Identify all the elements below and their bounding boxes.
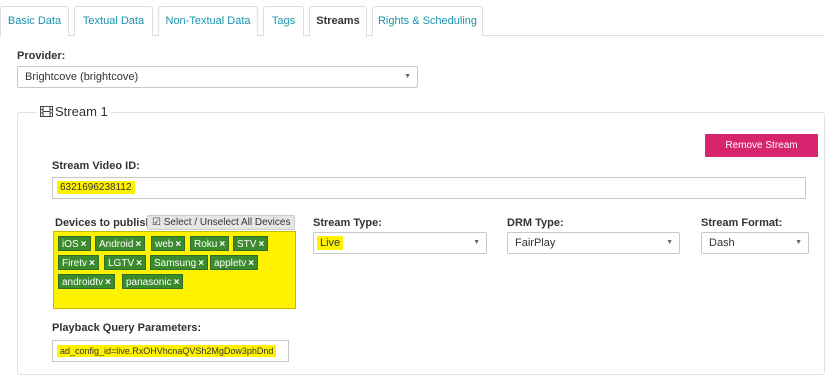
device-tag-label: web xyxy=(155,239,174,250)
device-tag-label: androidtv xyxy=(62,277,104,288)
remove-stream-button[interactable]: Remove Stream xyxy=(705,134,818,157)
device-tag-label: Samsung xyxy=(154,258,197,269)
devices-label: Devices to publish: xyxy=(55,217,156,229)
device-tag-roku[interactable]: Roku × xyxy=(190,236,230,251)
close-icon[interactable]: × xyxy=(105,277,111,288)
stream-format-select[interactable]: Dash ▼ xyxy=(701,232,809,254)
select-all-devices-label: Select / Unselect All Devices xyxy=(163,217,291,228)
device-tag-android[interactable]: Android × xyxy=(95,236,146,251)
close-icon[interactable]: × xyxy=(175,239,181,250)
device-tag-label: appletv xyxy=(214,258,247,269)
drm-type-select[interactable]: FairPlay ▼ xyxy=(507,232,680,254)
stream-type-select[interactable]: Live ▼ xyxy=(313,232,487,254)
close-icon[interactable]: × xyxy=(174,277,180,288)
device-tag-lgtv[interactable]: LGTV × xyxy=(104,255,146,270)
device-tag-label: Firetv xyxy=(62,258,87,269)
tab-basic-data[interactable]: Basic Data xyxy=(0,6,69,36)
device-tag-ios[interactable]: iOS × xyxy=(58,236,91,251)
device-tag-label: panasonic xyxy=(126,277,172,288)
device-tag-samsung[interactable]: Samsung × xyxy=(150,255,209,270)
tab-bar: Basic Data Textual Data Non-Textual Data… xyxy=(0,0,825,37)
close-icon[interactable]: × xyxy=(219,239,225,250)
device-tag-label: iOS xyxy=(62,239,79,250)
drm-type-label: DRM Type: xyxy=(507,217,564,229)
checkbox-checked-icon: ☑ xyxy=(152,217,161,228)
chevron-down-icon: ▼ xyxy=(473,239,480,246)
close-icon[interactable]: × xyxy=(89,258,95,269)
device-tag-appletv[interactable]: appletv × xyxy=(210,255,259,270)
chevron-down-icon: ▼ xyxy=(404,73,411,80)
stream-legend-text: Stream 1 xyxy=(55,104,108,119)
stream-format-value: Dash xyxy=(709,237,735,249)
stream-format-label: Stream Format: xyxy=(701,217,783,229)
close-icon[interactable]: × xyxy=(136,258,142,269)
close-icon[interactable]: × xyxy=(248,258,254,269)
chevron-down-icon: ▼ xyxy=(795,239,802,246)
chevron-down-icon: ▼ xyxy=(666,239,673,246)
stream-type-label: Stream Type: xyxy=(313,217,382,229)
stream-legend: Stream 1 xyxy=(37,104,111,120)
device-tag-label: STV xyxy=(237,239,257,250)
close-icon[interactable]: × xyxy=(198,258,204,269)
device-tag-androidtv[interactable]: androidtv × xyxy=(58,274,115,289)
drm-type-value: FairPlay xyxy=(515,237,556,249)
video-id-value: 6321696238112 xyxy=(57,181,135,194)
provider-label: Provider: xyxy=(17,50,66,62)
tab-streams[interactable]: Streams xyxy=(309,6,367,37)
playback-query-input[interactable]: ad_config_id=live.RxOHVhcnaQVSh2MgDow3ph… xyxy=(52,340,289,362)
playback-query-label: Playback Query Parameters: xyxy=(52,322,202,334)
provider-select-value: Brightcove (brightcove) xyxy=(25,71,139,83)
tab-non-textual-data[interactable]: Non-Textual Data xyxy=(158,6,258,36)
provider-select[interactable]: Brightcove (brightcove) ▼ xyxy=(17,66,418,88)
tab-rights-scheduling[interactable]: Rights & Scheduling xyxy=(372,6,483,36)
device-tag-label: Android xyxy=(99,239,134,250)
video-id-label: Stream Video ID: xyxy=(52,160,140,172)
playback-query-value: ad_config_id=live.RxOHVhcnaQVSh2MgDow3ph… xyxy=(57,345,277,357)
device-tag-label: LGTV xyxy=(108,258,135,269)
stream-type-value: Live xyxy=(317,236,344,250)
device-tag-label: Roku xyxy=(194,239,218,250)
select-all-devices-button[interactable]: ☑ Select / Unselect All Devices xyxy=(147,215,296,230)
video-id-input[interactable]: 6321696238112 xyxy=(52,177,806,199)
close-icon[interactable]: × xyxy=(81,239,87,250)
film-icon xyxy=(40,105,53,121)
tab-tags[interactable]: Tags xyxy=(263,6,304,36)
device-tag-stv[interactable]: STV × xyxy=(233,236,269,251)
close-icon[interactable]: × xyxy=(135,239,141,250)
device-tag-firetv[interactable]: Firetv × xyxy=(58,255,99,270)
devices-multiselect[interactable]: iOS × Android × web × Roku × STV × Firetv × LG… xyxy=(53,231,296,309)
device-tag-web[interactable]: web × xyxy=(151,236,186,251)
close-icon[interactable]: × xyxy=(258,239,264,250)
device-tag-panasonic[interactable]: panasonic × xyxy=(122,274,184,289)
tab-textual-data[interactable]: Textual Data xyxy=(74,6,153,36)
